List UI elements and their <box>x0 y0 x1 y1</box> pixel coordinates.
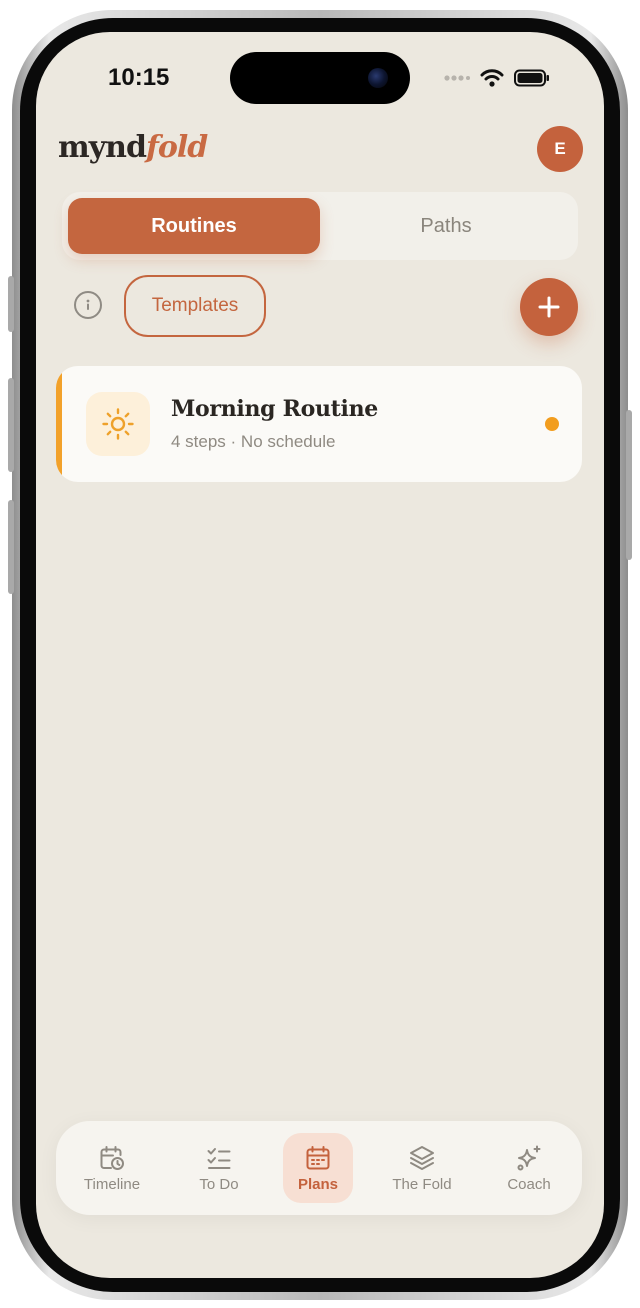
nav-todo-label: To Do <box>199 1175 239 1193</box>
templates-button[interactable]: Templates <box>124 275 266 337</box>
camera-icon <box>368 68 388 88</box>
brand-accent: fold <box>145 130 208 165</box>
power-button <box>626 410 632 560</box>
plus-icon <box>537 295 561 319</box>
status-time: 10:15 <box>108 64 170 91</box>
bottom-nav: Timeline To Do Plans The Fold Coach <box>56 1121 582 1215</box>
status-indicators <box>444 68 550 88</box>
volume-up-button <box>8 378 14 472</box>
routines-paths-segmented-control: Routines Paths <box>62 192 578 260</box>
wifi-icon <box>480 69 504 87</box>
tab-routines[interactable]: Routines <box>68 198 320 254</box>
nav-the-fold[interactable]: The Fold <box>378 1133 466 1203</box>
brand-prefix: mynd <box>58 130 147 165</box>
calendar-clock-icon <box>98 1144 126 1172</box>
app-screen: 10:15 myndfold E Routines Paths Template… <box>36 32 604 1278</box>
cellular-signal-icon <box>444 74 470 82</box>
sparkles-icon <box>515 1144 543 1172</box>
nav-timeline-label: Timeline <box>83 1175 141 1193</box>
add-routine-button[interactable] <box>520 278 578 336</box>
sun-icon <box>101 407 135 441</box>
info-button[interactable] <box>74 291 102 319</box>
tab-paths[interactable]: Paths <box>320 198 572 254</box>
nav-the-fold-label: The Fold <box>392 1175 452 1193</box>
routine-accent-bar <box>56 366 62 482</box>
calendar-icon <box>304 1144 332 1172</box>
routine-title: Morning Routine <box>171 396 378 422</box>
nav-plans-label: Plans <box>297 1175 339 1193</box>
avatar[interactable]: E <box>537 126 583 172</box>
brand-logo: myndfold <box>58 130 208 165</box>
info-icon <box>80 297 96 313</box>
routine-icon-box <box>86 392 150 456</box>
routine-status-dot <box>545 417 559 431</box>
volume-down-button <box>8 500 14 594</box>
battery-icon <box>514 69 550 87</box>
layers-icon <box>408 1144 436 1172</box>
nav-timeline[interactable]: Timeline <box>68 1133 156 1203</box>
action-button <box>8 276 14 332</box>
routine-card[interactable]: Morning Routine 4 steps · No schedule <box>56 366 582 482</box>
dynamic-island <box>230 52 410 104</box>
nav-coach-label: Coach <box>507 1175 551 1193</box>
routine-subtitle: 4 steps · No schedule <box>171 432 336 451</box>
checklist-icon <box>205 1144 233 1172</box>
nav-plans[interactable]: Plans <box>283 1133 353 1203</box>
nav-coach[interactable]: Coach <box>485 1133 573 1203</box>
nav-todo[interactable]: To Do <box>175 1133 263 1203</box>
